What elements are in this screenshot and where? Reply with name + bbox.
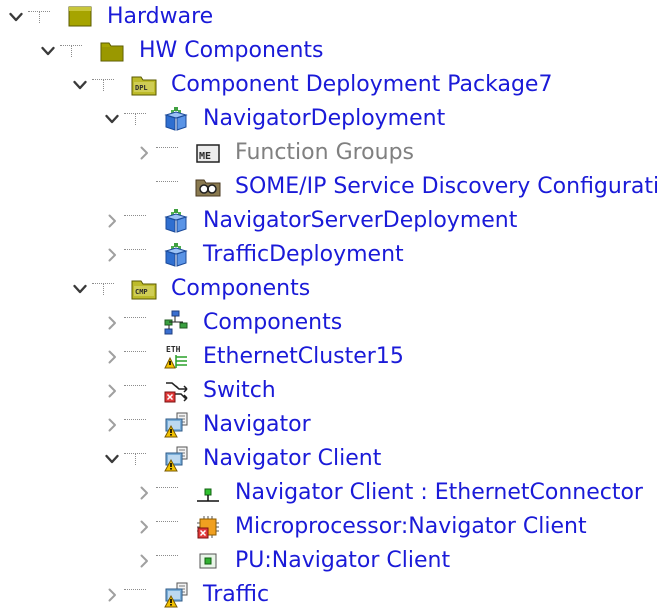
chevron-right-icon[interactable] [102,381,122,401]
tree-connector-line [156,510,178,544]
tree-node[interactable]: Navigator Client [0,442,657,476]
tree-connector-line [124,374,146,408]
ethernet-cluster-icon: ETH [162,344,190,370]
chevron-down-icon[interactable] [70,279,90,299]
svg-text:ETH: ETH [166,345,181,354]
tree-node[interactable]: Switch [0,374,657,408]
deployment-icon [162,106,190,132]
tree-node-label[interactable]: Switch [203,375,276,407]
tree-connector-line [156,170,178,204]
ecu-warning-icon [162,412,190,438]
chevron-down-icon[interactable] [38,41,58,61]
chevron-right-icon[interactable] [134,551,154,571]
tree-connector-line [124,578,146,612]
tree-node-label[interactable]: Components [203,307,342,339]
deployment-icon [162,208,190,234]
tree-node[interactable]: TrafficDeployment [0,238,657,272]
tree-node[interactable]: ME Function Groups [0,136,657,170]
tree-node-label[interactable]: Navigator Client [203,443,381,475]
chevron-right-icon[interactable] [102,245,122,265]
tree-connector-line [28,0,50,34]
chevron-right-icon[interactable] [102,313,122,333]
tree-node[interactable]: Microprocessor:Navigator Client [0,510,657,544]
chevron-down-icon[interactable] [6,7,26,27]
ecu-warning-icon [162,582,190,608]
tree-node-label[interactable]: Hardware [107,1,213,33]
tree-node-label[interactable]: HW Components [139,35,323,67]
tree-node[interactable]: Components [0,306,657,340]
tree-node[interactable]: Navigator Client : EthernetConnector [0,476,657,510]
chevron-right-icon[interactable] [102,211,122,231]
component-tree-icon [162,310,190,336]
tree-node[interactable]: NavigatorDeployment [0,102,657,136]
tree-node-label[interactable]: SOME/IP Service Discovery Configuration [235,171,657,203]
hardware-folder-icon [66,4,94,30]
function-groups-me-icon: ME [194,140,222,166]
tree-node-label[interactable]: TrafficDeployment [203,239,404,271]
tree-connector-line [156,136,178,170]
tree-node-label[interactable]: Navigator Client : EthernetConnector [235,477,643,509]
tree-node-label[interactable]: Component Deployment Package7 [171,69,552,101]
tree-connector-line [124,408,146,442]
tree-node[interactable]: Traffic [0,578,657,612]
tree-node[interactable]: SOME/IP Service Discovery Configuration [0,170,657,204]
tree-node-label[interactable]: NavigatorDeployment [203,103,445,135]
tree-node[interactable]: CMP Components [0,272,657,306]
tree-connector-line [92,68,114,102]
tree-connector-line [124,238,146,272]
ecu-warning-icon [162,446,190,472]
microprocessor-icon [194,514,222,540]
chevron-down-icon[interactable] [102,109,122,129]
svg-text:DPL: DPL [135,84,148,92]
tree-node-label[interactable]: Components [171,273,310,305]
tree-node[interactable]: Hardware [0,0,657,34]
tree-connector-line [124,102,146,136]
tree-node[interactable]: NavigatorServerDeployment [0,204,657,238]
service-discovery-config-icon [194,174,222,200]
chevron-right-icon[interactable] [102,347,122,367]
tree-node-label[interactable]: Traffic [203,579,269,611]
tree-node-label[interactable]: NavigatorServerDeployment [203,205,517,237]
tree-connector-line [60,34,82,68]
tree-node[interactable]: PU:Navigator Client [0,544,657,578]
ethernet-connector-icon [194,480,222,506]
chevron-down-icon[interactable] [102,449,122,469]
tree-connector-line [156,476,178,510]
tree-connector-line [156,544,178,578]
chevron-right-icon[interactable] [102,415,122,435]
chevron-right-icon[interactable] [102,585,122,605]
tree-node-label[interactable]: Navigator [203,409,311,441]
tree-node-label[interactable]: Function Groups [235,137,414,169]
tree-node-label[interactable]: EthernetCluster15 [203,341,404,373]
switch-icon [162,378,190,404]
tree-node[interactable]: DPL Component Deployment Package7 [0,68,657,102]
tree-node[interactable]: HW Components [0,34,657,68]
chevron-right-icon[interactable] [134,517,154,537]
tree-node[interactable]: ETH EthernetCluster15 [0,340,657,374]
chevron-right-icon[interactable] [134,143,154,163]
chevron-down-icon[interactable] [70,75,90,95]
tree-node[interactable]: Navigator [0,408,657,442]
svg-text:CMP: CMP [135,288,148,296]
tree-node-label[interactable]: PU:Navigator Client [235,545,450,577]
tree-connector-line [124,340,146,374]
svg-text:ME: ME [199,151,211,162]
cmp-package-icon: CMP [130,276,158,302]
tree-connector-line [124,442,146,476]
deployment-icon [162,242,190,268]
hardware-tree-view[interactable]: Hardware HW Components DPL Component Deploy… [0,0,657,608]
tree-node-label[interactable]: Microprocessor:Navigator Client [235,511,587,543]
processing-unit-icon [194,548,222,574]
folder-icon [98,38,126,64]
tree-connector-line [92,272,114,306]
tree-connector-line [124,306,146,340]
dpl-package-icon: DPL [130,72,158,98]
tree-connector-line [124,204,146,238]
chevron-right-icon[interactable] [134,483,154,503]
